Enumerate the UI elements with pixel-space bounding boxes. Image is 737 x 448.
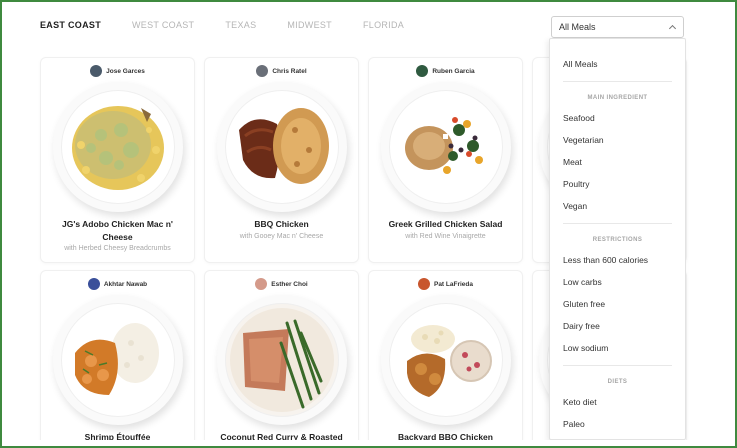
meal-card[interactable]: Ruben Garcia Greek Grilled Chicken Salad… — [369, 58, 522, 262]
meal-image — [217, 82, 347, 212]
option-less-than-600-calories[interactable]: Less than 600 calories — [563, 255, 648, 265]
meal-title: Backyard BBQ Chicken — [398, 432, 493, 440]
meals-page: EAST COAST WEST COAST TEXAS MIDWEST FLOR… — [6, 6, 728, 440]
option-paleo[interactable]: Paleo — [563, 419, 585, 429]
chef-badge: Chris Ratel — [205, 65, 358, 77]
meal-image — [381, 295, 511, 425]
tab-west-coast[interactable]: WEST COAST — [132, 20, 194, 30]
divider — [563, 81, 672, 82]
chef-avatar — [416, 65, 429, 77]
divider — [563, 365, 672, 366]
meal-filter-dropdown: All Meals MAIN INGREDIENT Seafood Vegeta… — [549, 38, 686, 440]
chef-name: Ruben Garcia — [432, 67, 475, 75]
tab-east-coast[interactable]: EAST COAST — [40, 20, 101, 30]
meal-subtitle: with Herbed Cheesy Breadcrumbs — [64, 245, 171, 252]
chef-avatar — [90, 65, 103, 77]
meal-card[interactable]: Esther Choi Coconut Red Curry & Roasted — [205, 271, 358, 440]
option-all-meals[interactable]: All Meals — [563, 59, 597, 69]
chevron-up-icon — [668, 24, 677, 33]
meal-card[interactable]: Akhtar Nawab Shrimp Étouffée — [41, 271, 194, 440]
chef-name: Akhtar Nawab — [103, 280, 148, 288]
option-meat[interactable]: Meat — [563, 157, 582, 167]
heading-restrictions: RESTRICTIONS — [592, 237, 643, 243]
chef-badge: Pat LaFrieda — [369, 278, 522, 290]
meal-image — [53, 295, 183, 425]
divider — [563, 223, 672, 224]
meal-subtitle: with Gooey Mac n' Cheese — [239, 233, 324, 240]
chef-badge: Ruben Garcia — [369, 65, 522, 77]
meal-subtitle: with Red Wine Vinaigrette — [405, 233, 486, 240]
meal-filter-select[interactable]: All Meals — [551, 16, 684, 38]
meal-title: JG's Adobo Chicken Mac n' Cheese — [62, 219, 173, 242]
chef-badge: Jose Garces — [41, 65, 194, 77]
chef-avatar — [417, 278, 430, 290]
chef-avatar — [87, 278, 100, 290]
heading-main-ingredient: MAIN INGREDIENT — [587, 95, 648, 101]
tab-midwest[interactable]: MIDWEST — [287, 20, 332, 30]
chef-name: Chris Ratel — [272, 67, 307, 75]
meal-image — [217, 295, 347, 425]
option-poultry[interactable]: Poultry — [563, 179, 589, 189]
option-seafood[interactable]: Seafood — [563, 113, 595, 123]
chef-name: Pat LaFrieda — [433, 280, 473, 288]
meal-image — [53, 82, 183, 212]
chef-name: Jose Garces — [106, 67, 145, 75]
meal-card[interactable]: Pat LaFrieda Backyard BBQ Chicken — [369, 271, 522, 440]
meal-title: Coconut Red Curry & Roasted — [220, 432, 343, 440]
option-gluten-free[interactable]: Gluten free — [563, 299, 605, 309]
option-low-carbs[interactable]: Low carbs — [563, 277, 602, 287]
meal-title: BBQ Chicken — [254, 219, 309, 229]
heading-diets: DIETS — [607, 379, 628, 385]
meal-title: Greek Grilled Chicken Salad — [388, 219, 503, 229]
meal-filter-value: All Meals — [559, 22, 596, 32]
meal-card[interactable]: Chris Ratel BBQ Chicken with Gooey Mac n… — [205, 58, 358, 262]
meal-image — [381, 82, 511, 212]
chef-avatar — [256, 65, 269, 77]
meal-title: Shrimp Étouffée — [84, 432, 151, 440]
chef-name: Esther Choi — [271, 280, 308, 288]
chef-badge: Esther Choi — [205, 278, 358, 290]
option-dairy-free[interactable]: Dairy free — [563, 321, 600, 331]
chef-avatar — [255, 278, 268, 290]
tab-texas[interactable]: TEXAS — [225, 20, 256, 30]
chef-badge: Akhtar Nawab — [41, 278, 194, 290]
option-low-sodium[interactable]: Low sodium — [563, 343, 608, 353]
option-keto-diet[interactable]: Keto diet — [563, 397, 597, 407]
region-tabs: EAST COAST WEST COAST TEXAS MIDWEST FLOR… — [40, 20, 404, 30]
tab-florida[interactable]: FLORIDA — [363, 20, 404, 30]
meal-card[interactable]: Jose Garces JG's Adobo Chicken Mac n' Ch… — [41, 58, 194, 262]
option-vegan[interactable]: Vegan — [563, 201, 587, 211]
option-vegetarian[interactable]: Vegetarian — [563, 135, 604, 145]
